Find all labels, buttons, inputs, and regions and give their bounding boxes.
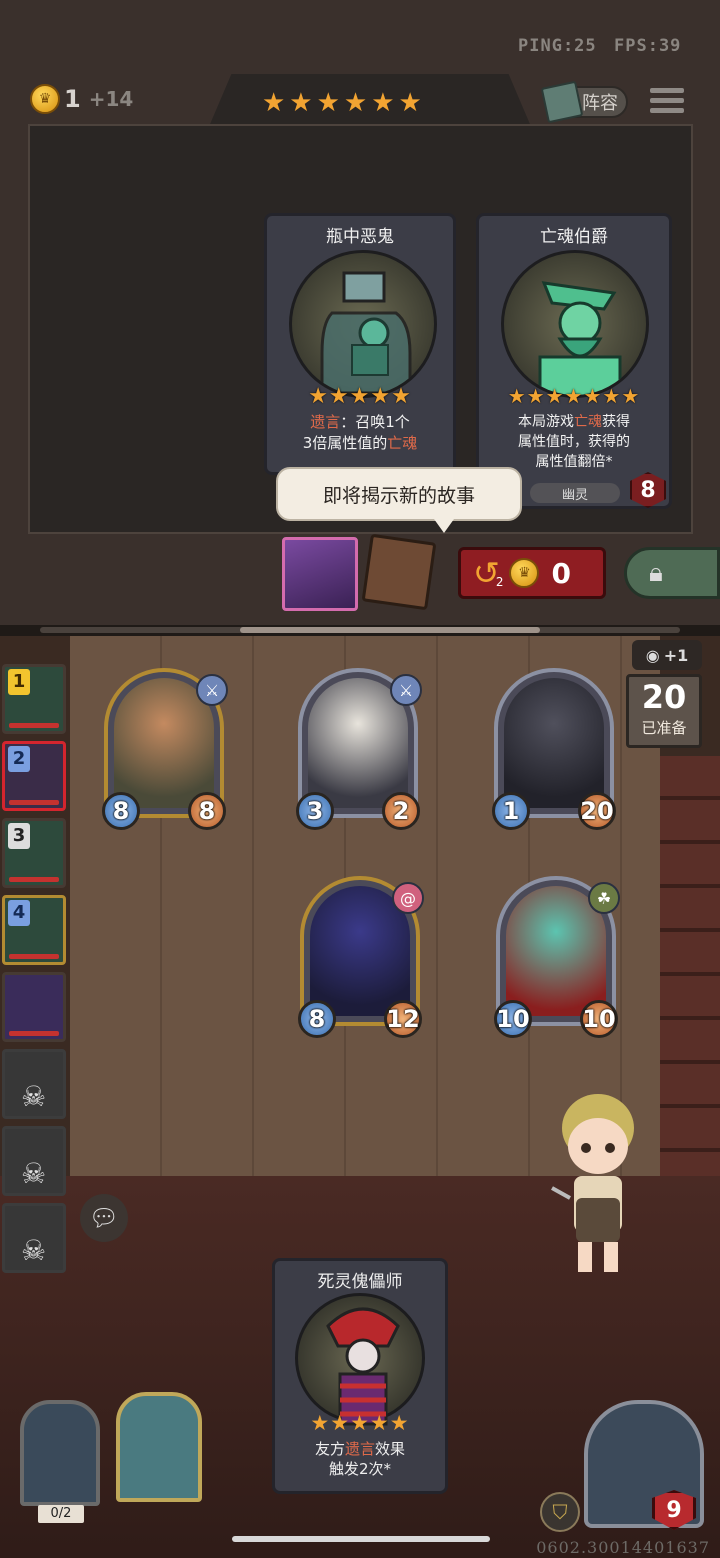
skull-icon: ☠ [21,1080,47,1113]
minion-portrait [504,678,604,808]
crown-coin-icon: ♛ [30,84,60,114]
dagger-icon: ⚔ [196,674,228,706]
card-stars: ★★★★★★★ [507,384,641,408]
card-stars: ★★★★★ [308,384,412,409]
card-description: 遗言：召唤1个 3倍属性值的亡魂 [302,413,418,452]
minion-attack: 10 [494,1000,532,1038]
minion-card[interactable]: ☘ 10 10 [494,876,620,1038]
gold-display: ♛ 1 +14 [30,84,133,114]
eye-icon: ◉ [645,645,660,665]
minion-health: 12 [384,1000,422,1038]
treasure-count: 0/2 [38,1505,84,1523]
card-description: 本局游戏亡魂获得 属性值时，获得的 属性值翻倍* [518,414,630,470]
chat-bubble-icon[interactable]: 💬︎ [80,1194,128,1242]
roster-slot[interactable]: 4 [2,895,66,965]
refresh-button[interactable]: ↺ 2 ♛ 0 [458,547,606,599]
refresh-cost: 0 [551,556,571,590]
bottle-ghost-art [320,271,412,395]
opponent-roster: 1 2 3 4 ☠ ☠ ☠ [2,664,72,1280]
ping-readout: PING:25 [518,36,597,56]
card-portrait [289,250,437,398]
hand-card[interactable]: 死灵傀儡师 ★★★★★ 友方遗言效果 触发2次* [272,1258,448,1494]
card-portrait [295,1293,425,1426]
minion-health: 10 [580,1000,618,1038]
card-stars: ★★★★★ [310,1411,410,1435]
minion-health: 20 [578,792,616,830]
helmet-icon[interactable]: ⛉ [540,1492,580,1532]
story-book-icon[interactable] [361,533,437,611]
treasure-slot[interactable] [20,1400,100,1506]
gold-income: +14 [88,87,134,111]
minion-card[interactable]: ⚔ 3 2 [296,668,422,830]
card-name: 死灵傀儡师 [317,1272,403,1292]
minion-card[interactable]: 1 20 [492,668,616,830]
tavern-tier-stars: ★★★★★★ [262,88,426,118]
bookshelf [660,756,720,1216]
card-description: 友方遗言效果 触发2次* [314,1440,406,1478]
shop-scrollbar[interactable] [40,627,680,633]
crown-coin-icon: ♛ [509,558,540,588]
minion-attack: 1 [492,792,530,830]
minion-health: 2 [382,792,420,830]
spiral-icon: @ [392,882,424,914]
lock-button[interactable]: 🔒︎ [624,547,720,599]
hamburger-icon[interactable] [650,88,684,118]
lineup-label: 阵容 [582,93,618,114]
shop-card[interactable]: 瓶中恶鬼 ★★★★★ 遗言：召唤1个 3倍属性值的亡魂 [264,213,456,475]
roster-slot[interactable]: 3 [2,818,66,888]
shop-card[interactable]: 亡魂伯爵 ★★★★★★★ 本局游戏亡魂获得 属性值时，获得的 属性值翻倍* [476,213,672,509]
lineup-button[interactable]: 阵容 [540,80,628,124]
roster-slot-dead[interactable]: ☠ [2,1049,66,1119]
prep-label: 已准备 [641,719,687,737]
prep-count: 20 [641,678,687,716]
minion-card[interactable]: @ 8 12 [298,876,424,1038]
roster-slot-dead[interactable]: ☠ [2,1126,66,1196]
skull-icon: ☠ [21,1157,47,1190]
vision-bonus: ◉ +1 [632,640,702,670]
tribe-tag: 幽灵 [530,483,620,503]
gold-amount: 1 [64,85,81,113]
refresh-count: 2 [495,575,504,589]
card-name: 瓶中恶鬼 [326,227,394,247]
prep-counter: 20 已准备 [626,674,702,748]
roster-slot-dead[interactable]: ☠ [2,1203,66,1273]
minion-health: 8 [188,792,226,830]
minion-attack: 8 [298,1000,336,1038]
dagger-icon: ⚔ [390,674,422,706]
story-tooltip: 即将揭示新的故事 [276,467,522,533]
player-character [551,1094,634,1272]
minion-attack: 8 [102,792,140,830]
roster-slot[interactable]: 1 [2,664,66,734]
triskelion-icon: ☘ [588,882,620,914]
card-name: 亡魂伯爵 [540,227,608,247]
card-portrait [501,250,649,398]
fps-readout: FPS:39 [614,36,682,56]
ghost-count-art [538,281,622,395]
skull-icon: ☠ [21,1234,47,1267]
minion-card[interactable]: ⚔ 8 8 [102,668,228,830]
minion-attack: 3 [296,792,334,830]
story-event-icon[interactable] [282,537,358,611]
roster-slot[interactable] [2,972,66,1042]
build-id: 0602.30014401637 [536,1538,710,1557]
shop-panel: PING:25 FPS:39 ♛ 1 +14 ★★★★★★ 阵容 瓶中恶鬼 ★★… [0,0,720,625]
scroll-thumb[interactable] [240,627,540,633]
roster-slot-current[interactable]: 2 [2,741,66,811]
lock-icon: 🔒︎ [649,557,663,588]
jester-art [326,1307,400,1426]
lineup-book-icon [540,80,584,124]
home-indicator[interactable] [232,1536,490,1542]
gift-slot[interactable] [116,1392,202,1502]
